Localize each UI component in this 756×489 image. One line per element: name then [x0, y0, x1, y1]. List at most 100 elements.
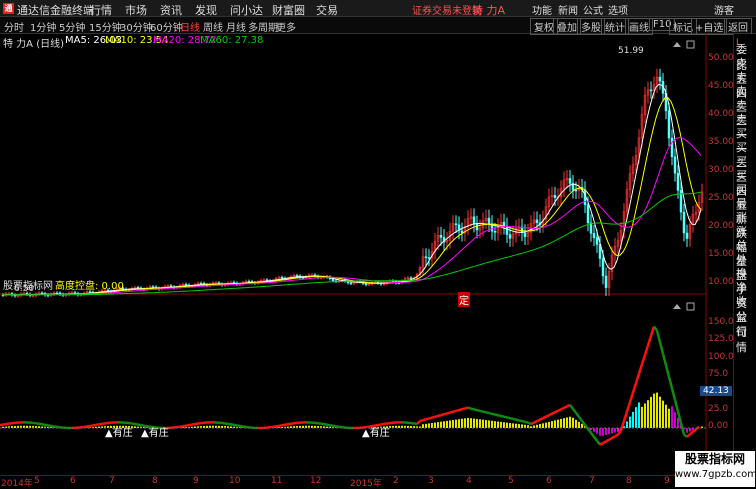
menu-gongshi[interactable]: 公式 [583, 2, 603, 17]
indicator-bar [554, 420, 556, 428]
indicator-line-segment [687, 434, 690, 437]
menu-gongneng[interactable]: 功能 [532, 2, 552, 17]
sub-indicator-name: 股票指标网 [3, 277, 53, 292]
price-tick: 15.00 [708, 249, 734, 259]
back-button[interactable]: 返回 [724, 18, 752, 35]
indicator-line-segment [0, 425, 3, 426]
indicator-line-segment [495, 415, 498, 416]
ma10-line [2, 98, 701, 295]
indicator-bar [26, 426, 28, 428]
indicator-line-segment [492, 414, 495, 415]
indicator-line-segment [525, 422, 528, 423]
price-tick: 30.00 [708, 165, 734, 175]
indicator-line-segment [603, 441, 606, 443]
date-tick: 8 [626, 476, 632, 486]
candle-body [509, 235, 511, 239]
indicator-line-segment [666, 365, 669, 377]
period-more[interactable]: 更多 [276, 19, 296, 34]
indicator-bar [608, 428, 610, 434]
indicator-line-segment [444, 413, 447, 414]
indicator-bar [470, 418, 472, 428]
date-tick: 6 [546, 476, 552, 486]
indicator-line-segment [234, 425, 237, 426]
indicator-line-segment [453, 411, 456, 412]
indicator-line-segment [528, 423, 531, 424]
indicator-bar [542, 423, 544, 428]
menu-zixun[interactable]: 资讯 [160, 2, 182, 18]
date-tick: 2015年 [350, 476, 382, 489]
indicator-line-segment [90, 425, 93, 426]
menu-jiaoyi[interactable]: 交易 [316, 2, 338, 18]
date-tick: 2014年 [1, 476, 33, 489]
period-60min[interactable]: 60分钟 [150, 19, 183, 34]
indicator-line-segment [669, 377, 672, 389]
sub-collapse-icon[interactable] [673, 304, 681, 309]
menu-wenxiaoda[interactable]: 问小达 [230, 2, 263, 18]
menu-faxian[interactable]: 发现 [195, 2, 217, 18]
indicator-line-segment [237, 425, 240, 426]
candle-body [503, 222, 505, 226]
indicator-line-segment [633, 383, 636, 392]
sub-window-restore-icon[interactable] [687, 303, 694, 310]
indicator-bar [488, 420, 490, 428]
period-multi[interactable]: 多周期 [248, 19, 278, 34]
date-tick: 5 [34, 476, 40, 486]
menu-shichang[interactable]: 市场 [125, 2, 147, 18]
collapse-icon[interactable] [673, 42, 681, 47]
kline-chart[interactable] [0, 34, 733, 475]
indicator-line-segment [228, 424, 231, 425]
indicator-line-segment [621, 421, 624, 430]
ding-badge: 定 [458, 292, 470, 307]
indicator-bar [98, 427, 100, 428]
indicator-bar [557, 420, 559, 428]
user-guest[interactable]: 游客 [714, 2, 734, 17]
period-monthly[interactable]: 月线 [226, 19, 246, 34]
indicator-line-segment [660, 342, 663, 354]
indicator-line-segment [327, 425, 330, 426]
price-tick: 45.00 [708, 81, 734, 91]
period-weekly[interactable]: 周线 [203, 19, 223, 34]
menu-hangqing[interactable]: 行情 [90, 2, 112, 18]
indicator-line-segment [39, 424, 42, 425]
indicator-bar [302, 426, 304, 428]
period-fenshi[interactable]: 分时 [4, 19, 24, 34]
indicator-line-segment [333, 426, 336, 427]
period-30min[interactable]: 30分钟 [120, 19, 153, 34]
date-tick: 7 [109, 476, 115, 486]
candle-body [671, 138, 673, 157]
indicator-line-segment [510, 418, 513, 419]
indicator-tick: 100.0 [708, 352, 734, 362]
menu-caifuquan[interactable]: 财富圈 [272, 2, 305, 18]
add-watchlist-button[interactable]: +自选 [691, 18, 727, 35]
indicator-bar [443, 421, 445, 428]
indicator-line-segment [45, 425, 48, 426]
watermark-title: 股票指标网 [675, 451, 755, 468]
indicator-bar [428, 423, 430, 428]
period-daily[interactable]: 日线 [180, 19, 200, 34]
candle-body [602, 258, 604, 275]
indicator-tick: 25.0 [708, 404, 728, 414]
period-15min[interactable]: 15分钟 [89, 19, 122, 34]
candle-body [596, 238, 598, 245]
indicator-line-segment [99, 424, 102, 425]
panel-item[interactable]: 行情 [736, 323, 756, 355]
indicator-bar [662, 401, 664, 428]
indicator-line-segment [594, 437, 597, 441]
menu-xuanxiang[interactable]: 选项 [608, 2, 628, 17]
date-tick: 12 [310, 476, 321, 486]
menu-xinwen[interactable]: 新闻 [558, 2, 578, 17]
candle-body [296, 275, 298, 276]
indicator-bar [659, 397, 661, 428]
date-tick: 5 [508, 476, 514, 486]
period-1min[interactable]: 1分钟 [30, 19, 56, 34]
indicator-line-segment [537, 420, 540, 421]
indicator-bar [38, 426, 40, 428]
window-restore-icon[interactable] [687, 41, 694, 48]
indicator-bar [665, 405, 667, 428]
indicator-line-segment [441, 414, 444, 415]
indicator-bar [569, 417, 571, 428]
watermark-url: www.7gpzb.com [675, 468, 755, 482]
indicator-bar [455, 420, 457, 428]
period-5min[interactable]: 5分钟 [59, 19, 85, 34]
indicator-line-segment [564, 406, 567, 407]
